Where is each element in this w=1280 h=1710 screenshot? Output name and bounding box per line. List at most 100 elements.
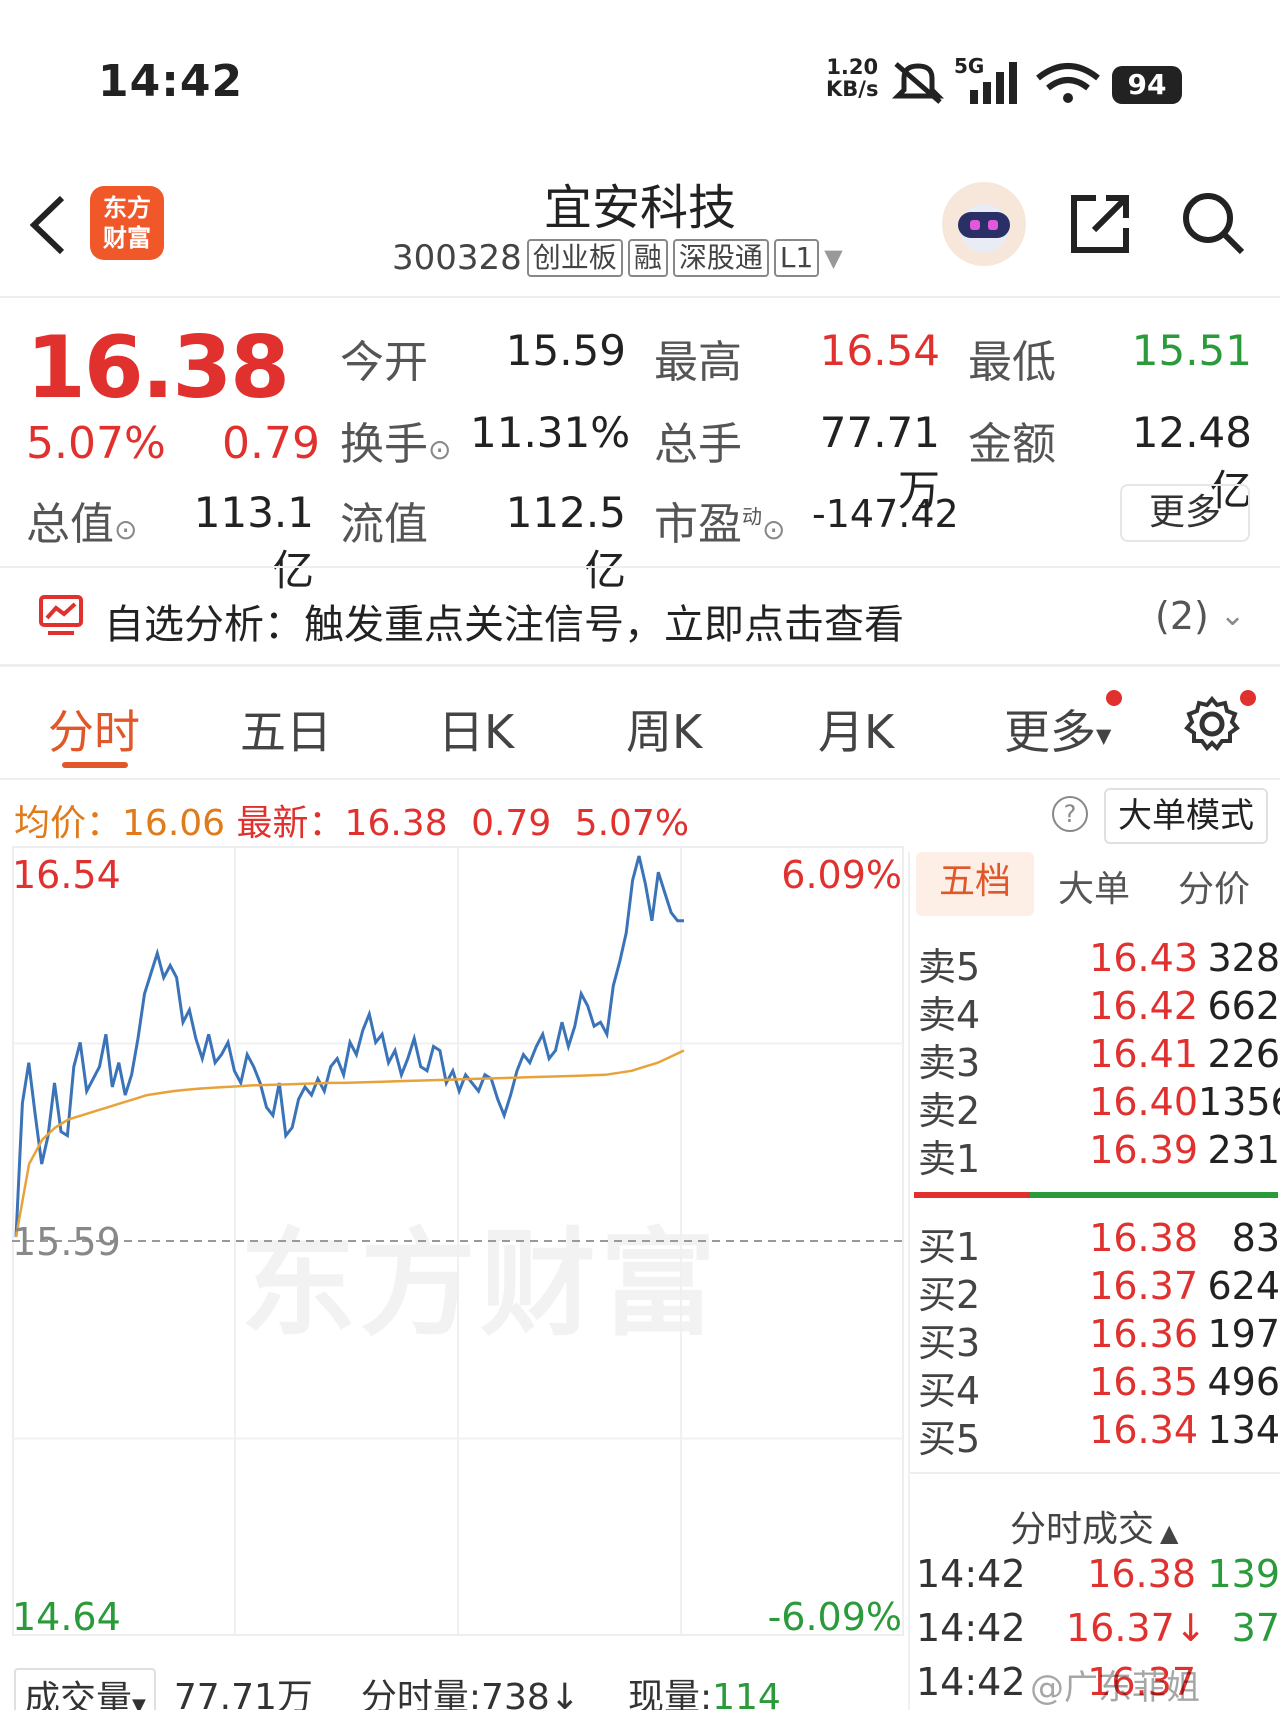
share-icon[interactable] xyxy=(1068,192,1132,256)
y-axis-right-label-top: 6.09% xyxy=(781,853,902,897)
bid-row[interactable]: 买1 16.38 83 xyxy=(918,1216,1280,1269)
chevron-down-icon[interactable]: ⌄ xyxy=(1220,598,1245,633)
ask-row[interactable]: 卖2 16.401356 xyxy=(918,1080,1280,1133)
high-label: 最高 xyxy=(654,337,742,388)
divider xyxy=(910,1472,1280,1474)
trade-volume: 37 xyxy=(1231,1606,1280,1650)
trade-row: 14:42 16.38 139 xyxy=(916,1552,1280,1610)
ask-level-label: 卖5 xyxy=(918,945,981,989)
bid-row[interactable]: 买4 16.35 496 xyxy=(918,1360,1280,1413)
avg-price-row: 均价：16.06 最新：16.38 0.79 5.07% xyxy=(14,794,689,846)
volume-indicator-select[interactable]: 成交量▼ xyxy=(14,1668,156,1710)
float-cap-value: 112.5亿 xyxy=(505,488,626,595)
current-volume-value: 114 xyxy=(712,1677,781,1710)
turnover-value: 11.31% xyxy=(470,408,631,457)
tag-margin: 融 xyxy=(627,239,668,277)
bid-row[interactable]: 买2 16.37 624 xyxy=(918,1264,1280,1317)
pe-label-text: 市盈 xyxy=(654,499,742,550)
bid-level-label: 买4 xyxy=(918,1369,981,1413)
volume-label: 总手 xyxy=(654,419,742,470)
y-axis-right-label-bottom: -6.09% xyxy=(768,1595,902,1639)
info-icon: ⊙ xyxy=(762,513,786,546)
ask-row[interactable]: 卖4 16.42 662 xyxy=(918,984,1280,1037)
notification-dot xyxy=(1106,690,1122,706)
divider xyxy=(0,664,1280,667)
bid-row[interactable]: 买3 16.36 197 xyxy=(918,1312,1280,1365)
net-speed-value: 1.20 xyxy=(826,55,879,79)
intraday-trades-header[interactable]: 分时成交 ▲ xyxy=(1010,1500,1178,1552)
stock-code: 300328 xyxy=(392,238,522,278)
trades-header-label: 分时成交 xyxy=(1010,1509,1155,1550)
book-tab-big-order[interactable]: 大单 xyxy=(1058,860,1130,912)
avg-value: 16.06 xyxy=(122,803,226,844)
signal-bars-icon xyxy=(970,62,1017,104)
avg-price-line xyxy=(14,1049,685,1238)
settings-gear-icon[interactable] xyxy=(1184,696,1240,752)
bid-level-label: 买5 xyxy=(918,1417,981,1461)
bid-level-label: 买2 xyxy=(918,1273,981,1317)
volume-row: 成交量▼ 77.71万 分时量:738↓ 现量:114 xyxy=(14,1668,904,1710)
ask-volume: 226 xyxy=(1207,1032,1280,1076)
current-price: 16.38 xyxy=(26,318,290,418)
signal-banner-text[interactable]: 自选分析：触发重点关注信号，立即点击查看 xyxy=(104,592,904,650)
tab-monthly-k[interactable]: 月K xyxy=(818,696,894,762)
tab-daily-k[interactable]: 日K xyxy=(438,696,514,762)
bid-volume: 624 xyxy=(1207,1264,1280,1308)
current-volume-label: 现量: xyxy=(627,1677,713,1710)
tab-more[interactable]: 更多▼ xyxy=(1004,696,1111,762)
open-value: 15.59 xyxy=(505,326,626,375)
change-amount: 0.79 xyxy=(222,418,320,469)
corner-watermark: @广东菲姐 xyxy=(1030,1668,1200,1708)
bid-ask-ratio-bar xyxy=(914,1192,1278,1198)
stock-name: 宜安科技 xyxy=(543,180,736,236)
y-axis-label-bottom: 14.64 xyxy=(12,1595,121,1639)
latest-change: 0.79 xyxy=(471,803,552,844)
dropdown-icon: ▼ xyxy=(824,244,843,272)
tab-five-day[interactable]: 五日 xyxy=(240,696,332,762)
big-order-mode-button[interactable]: 大单模式 xyxy=(1104,788,1268,844)
volume-select-label: 成交量 xyxy=(24,1679,133,1710)
latest-label: 最新： xyxy=(236,803,345,844)
battery-level: 94 xyxy=(1112,66,1182,104)
ask-row[interactable]: 卖1 16.39 231 xyxy=(918,1128,1280,1181)
y-axis-label-mid: 15.59 xyxy=(12,1220,121,1264)
app-logo-line2: 财富 xyxy=(103,224,151,252)
ask-price: 16.39 xyxy=(1089,1128,1198,1172)
y-axis-label-top: 16.54 xyxy=(12,853,121,897)
bid-price: 16.34 xyxy=(1089,1408,1198,1452)
tag-sz-connect: 深股通 xyxy=(672,239,769,277)
float-cap-label: 流值 xyxy=(340,499,428,550)
book-tab-five-level[interactable]: 五档 xyxy=(916,852,1034,916)
latest-value: 16.38 xyxy=(344,803,448,844)
book-tab-price-volume[interactable]: 分价 xyxy=(1178,860,1250,912)
ask-level-label: 卖2 xyxy=(918,1089,981,1133)
tab-more-label: 更多 xyxy=(1004,705,1096,759)
turnover-label[interactable]: 换手⊙ xyxy=(340,408,451,472)
pe-label[interactable]: 市盈动⊙ xyxy=(654,488,785,552)
tab-intraday[interactable]: 分时 xyxy=(48,696,140,762)
search-icon[interactable] xyxy=(1180,190,1246,256)
dropdown-icon: ▼ xyxy=(1096,723,1112,748)
divider xyxy=(0,778,1280,780)
intraday-chart[interactable]: 16.54 15.59 14.64 6.09% -6.09% xyxy=(12,846,904,1658)
market-cap-label[interactable]: 总值⊙ xyxy=(26,488,137,552)
ai-assistant-icon[interactable] xyxy=(942,182,1026,266)
bid-volume: 197 xyxy=(1207,1312,1280,1356)
signal-count: (2) xyxy=(1155,594,1209,638)
help-icon[interactable]: ? xyxy=(1052,796,1088,832)
ask-ratio-segment xyxy=(914,1192,1031,1198)
intraday-volume: 分时量:738↓ xyxy=(360,1677,580,1710)
stock-code-row[interactable]: 300328 创业板 融 深股通 L1 ▼ xyxy=(392,238,843,278)
app-logo[interactable]: 东方 财富 xyxy=(90,186,164,260)
info-icon: ⊙ xyxy=(114,513,138,546)
back-button[interactable] xyxy=(22,190,72,260)
ask-price: 16.41 xyxy=(1089,1032,1198,1076)
ask-row[interactable]: 卖5 16.43 328 xyxy=(918,936,1280,989)
bid-row[interactable]: 买5 16.34 134 xyxy=(918,1408,1280,1461)
pe-superscript: 动 xyxy=(742,504,762,529)
more-quote-button[interactable]: 更多 xyxy=(1120,484,1250,542)
ask-price: 16.43 xyxy=(1089,936,1198,980)
tab-weekly-k[interactable]: 周K xyxy=(626,696,702,762)
bid-volume: 83 xyxy=(1231,1216,1280,1260)
ask-row[interactable]: 卖3 16.41 226 xyxy=(918,1032,1280,1085)
